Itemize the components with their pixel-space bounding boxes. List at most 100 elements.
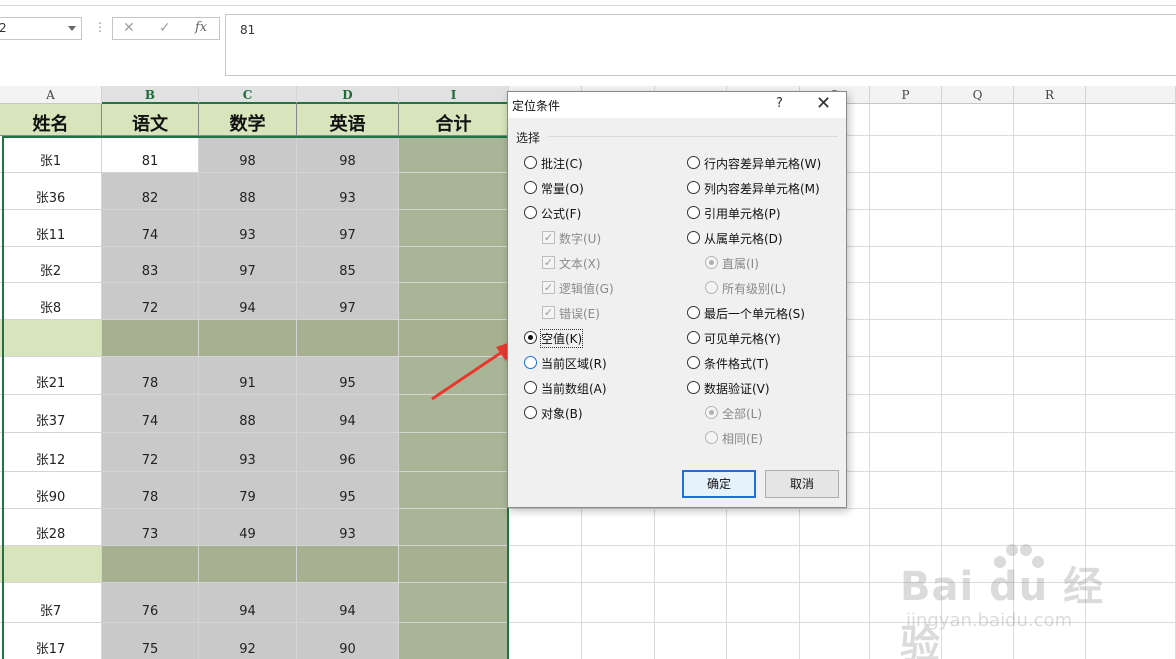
table-cell[interactable]: 97: [297, 210, 399, 247]
empty-cell[interactable]: [942, 104, 1014, 136]
table-cell[interactable]: [399, 433, 509, 472]
empty-cell[interactable]: [942, 357, 1014, 395]
empty-cell[interactable]: [1014, 472, 1086, 509]
table-header-cell[interactable]: 合计: [399, 104, 509, 136]
radio-button[interactable]: [687, 381, 700, 394]
empty-cell[interactable]: [727, 623, 800, 659]
table-cell[interactable]: [399, 247, 509, 283]
table-cell[interactable]: 93: [199, 433, 297, 472]
empty-cell[interactable]: [1014, 173, 1086, 210]
empty-cell[interactable]: [509, 509, 582, 546]
column-header[interactable]: B: [102, 86, 199, 104]
table-cell[interactable]: 88: [199, 173, 297, 210]
table-cell[interactable]: 98: [199, 136, 297, 173]
empty-cell[interactable]: [942, 283, 1014, 320]
table-cell[interactable]: 张8: [0, 283, 102, 320]
table-header-cell[interactable]: 数学: [199, 104, 297, 136]
table-cell[interactable]: 94: [199, 283, 297, 320]
table-cell[interactable]: 74: [102, 210, 199, 247]
empty-cell[interactable]: [582, 623, 655, 659]
empty-cell[interactable]: [1014, 136, 1086, 173]
table-cell[interactable]: 94: [199, 583, 297, 623]
empty-cell[interactable]: [1086, 247, 1176, 283]
empty-cell[interactable]: [1086, 173, 1176, 210]
table-cell[interactable]: 94: [297, 395, 399, 433]
empty-cell[interactable]: [1014, 283, 1086, 320]
table-cell[interactable]: 张28: [0, 509, 102, 546]
empty-cell[interactable]: [870, 357, 942, 395]
table-cell[interactable]: [199, 320, 297, 357]
empty-cell[interactable]: [942, 210, 1014, 247]
table-cell[interactable]: 张11: [0, 210, 102, 247]
table-cell[interactable]: [399, 357, 509, 395]
empty-cell[interactable]: [727, 509, 800, 546]
table-cell[interactable]: 72: [102, 433, 199, 472]
table-cell[interactable]: 93: [297, 509, 399, 546]
table-cell[interactable]: 78: [102, 472, 199, 509]
radio-button[interactable]: [524, 206, 537, 219]
column-header[interactable]: Q: [942, 86, 1014, 104]
table-cell[interactable]: 张36: [0, 173, 102, 210]
table-cell[interactable]: [399, 395, 509, 433]
empty-cell[interactable]: [800, 623, 870, 659]
empty-cell[interactable]: [655, 546, 727, 583]
empty-cell[interactable]: [1086, 283, 1176, 320]
empty-cell[interactable]: [1014, 357, 1086, 395]
help-icon[interactable]: ?: [776, 96, 783, 111]
empty-cell[interactable]: [1086, 472, 1176, 509]
table-cell[interactable]: [399, 623, 509, 659]
radio-button[interactable]: [524, 356, 537, 369]
empty-cell[interactable]: [655, 583, 727, 623]
table-cell[interactable]: 79: [199, 472, 297, 509]
table-header-cell[interactable]: 姓名: [0, 104, 102, 136]
table-cell[interactable]: 张37: [0, 395, 102, 433]
table-cell[interactable]: 72: [102, 283, 199, 320]
formula-bar[interactable]: 81: [225, 14, 1176, 76]
table-cell[interactable]: 74: [102, 395, 199, 433]
table-cell[interactable]: 88: [199, 395, 297, 433]
radio-button[interactable]: [687, 331, 700, 344]
empty-cell[interactable]: [800, 583, 870, 623]
empty-cell[interactable]: [942, 320, 1014, 357]
table-cell[interactable]: [399, 136, 509, 173]
table-cell[interactable]: 81: [102, 136, 199, 173]
column-header[interactable]: D: [297, 86, 399, 104]
table-cell[interactable]: [399, 283, 509, 320]
table-cell[interactable]: [297, 546, 399, 583]
table-cell[interactable]: 82: [102, 173, 199, 210]
empty-cell[interactable]: [870, 173, 942, 210]
empty-cell[interactable]: [942, 247, 1014, 283]
table-cell[interactable]: 张2: [0, 247, 102, 283]
empty-cell[interactable]: [727, 583, 800, 623]
radio-button[interactable]: [524, 331, 537, 344]
column-header[interactable]: [1086, 86, 1176, 104]
empty-cell[interactable]: [870, 210, 942, 247]
table-cell[interactable]: [399, 320, 509, 357]
empty-cell[interactable]: [800, 509, 870, 546]
table-cell[interactable]: 91: [199, 357, 297, 395]
empty-cell[interactable]: [942, 136, 1014, 173]
table-cell[interactable]: [0, 320, 102, 357]
table-cell[interactable]: 93: [297, 173, 399, 210]
table-cell[interactable]: [399, 210, 509, 247]
empty-cell[interactable]: [1086, 433, 1176, 472]
empty-cell[interactable]: [942, 433, 1014, 472]
empty-cell[interactable]: [870, 283, 942, 320]
chevron-down-icon[interactable]: [68, 26, 76, 31]
cancel-icon[interactable]: ✕: [123, 20, 135, 36]
table-cell[interactable]: 94: [297, 583, 399, 623]
empty-cell[interactable]: [942, 395, 1014, 433]
table-cell[interactable]: [199, 546, 297, 583]
table-cell[interactable]: [0, 546, 102, 583]
empty-cell[interactable]: [942, 472, 1014, 509]
empty-cell[interactable]: [870, 433, 942, 472]
empty-cell[interactable]: [1086, 357, 1176, 395]
table-cell[interactable]: 73: [102, 509, 199, 546]
table-cell[interactable]: 张1: [0, 136, 102, 173]
table-cell[interactable]: 96: [297, 433, 399, 472]
table-cell[interactable]: 75: [102, 623, 199, 659]
empty-cell[interactable]: [1014, 395, 1086, 433]
empty-cell[interactable]: [509, 546, 582, 583]
table-cell[interactable]: [399, 583, 509, 623]
table-cell[interactable]: 92: [199, 623, 297, 659]
